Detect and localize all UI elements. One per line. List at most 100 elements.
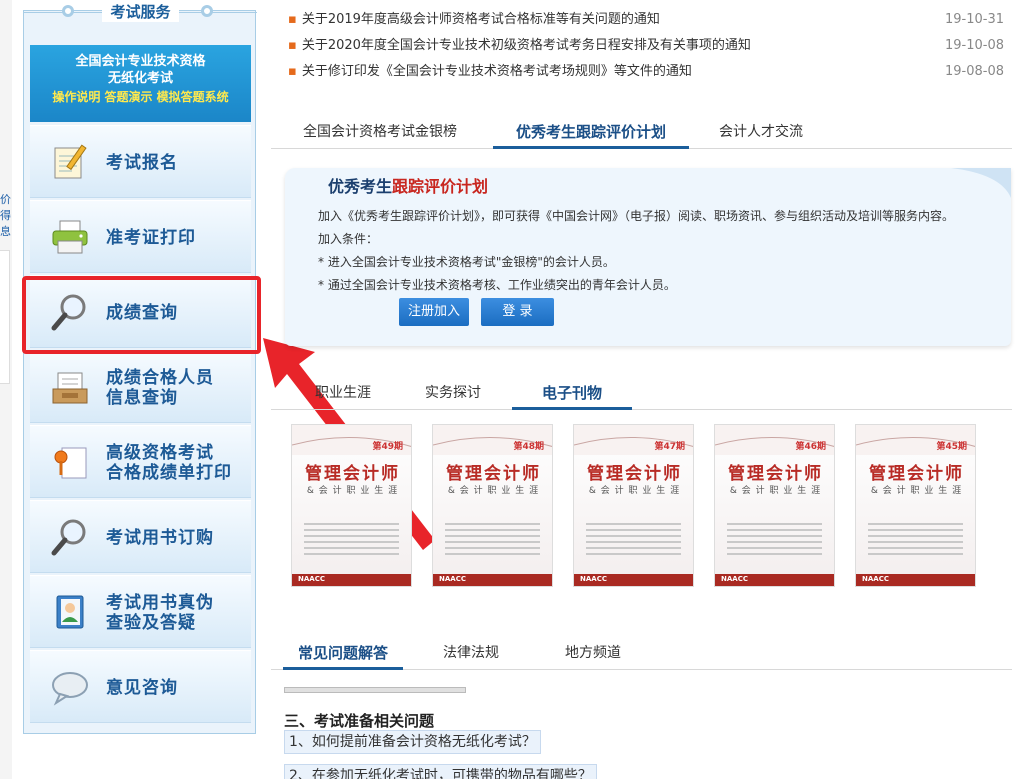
menu-item-feedback[interactable]: 意见咨询 — [30, 650, 251, 723]
tab-local-channels[interactable]: 地方频道 — [543, 636, 643, 670]
banner-line2: 无纸化考试 — [107, 71, 173, 86]
news-item[interactable]: ▪ 关于2019年度高级会计师资格考试合格标准等有关问题的通知 19-10-31 — [288, 8, 1012, 32]
contact-book-icon — [50, 592, 90, 632]
cover-footer-text: NAACC — [439, 575, 466, 583]
left-edge-fragment: 价 得 息 — [0, 0, 12, 779]
cover-footer: NAACC — [292, 574, 411, 586]
magazine-issue: 第45期 — [936, 442, 967, 452]
tab-laws-regulations[interactable]: 法律法规 — [421, 636, 521, 670]
register-button[interactable]: 注册加入 — [399, 298, 469, 326]
menu-label-line: 考试用书真伪 — [106, 592, 214, 613]
magazine-cover[interactable]: 第45期 管理会计师 & 会 计 职 业 生 涯 NAACC — [855, 424, 976, 587]
faq-item[interactable]: 1、如何提前准备会计资格无纸化考试？ — [284, 730, 541, 754]
bullet-icon: ▪ — [288, 64, 297, 79]
menu-item-exam-registration[interactable]: 考试报名 — [30, 125, 251, 198]
menu-item-exam-book-order[interactable]: 考试用书订购 — [30, 500, 251, 573]
cover-text-lines — [727, 523, 822, 559]
magnifier-icon — [50, 517, 90, 557]
news-title[interactable]: 关于2019年度高级会计师资格考试合格标准等有关问题的通知 — [302, 12, 660, 27]
magazine-issue: 第49期 — [372, 442, 403, 452]
menu-item-label: 高级资格考试 合格成绩单打印 — [106, 426, 232, 499]
faq-section-heading: 三、考试准备相关问题 — [284, 712, 435, 730]
paperless-exam-banner[interactable]: 全国会计专业技术资格 无纸化考试 操作说明 答题演示 模拟答题系统 — [30, 45, 251, 122]
tab-career[interactable]: 职业生涯 — [293, 376, 393, 410]
bullet-icon: ▪ — [288, 12, 297, 27]
panel-title: 考试服务 — [24, 2, 257, 22]
magazine-cover[interactable]: 第48期 管理会计师 & 会 计 职 业 生 涯 NAACC — [432, 424, 553, 587]
menu-item-label: 考试用书订购 — [106, 527, 214, 548]
cover-footer: NAACC — [715, 574, 834, 586]
card-corner-swoosh-icon — [951, 168, 1011, 198]
cover-text-lines — [304, 523, 399, 559]
card-title: 优秀考生跟踪评价计划 — [328, 173, 488, 197]
news-item[interactable]: ▪ 关于修订印发《全国会计专业技术资格考试考场规则》等文件的通知 19-08-08 — [288, 60, 1012, 84]
edge-text-line: 价 — [0, 193, 11, 206]
magazine-cover[interactable]: 第47期 管理会计师 & 会 计 职 业 生 涯 NAACC — [573, 424, 694, 587]
tab-accounting-talent-exchange[interactable]: 会计人才交流 — [701, 115, 821, 149]
card-condition-item: * 通过全国会计专业技术资格考核、工作业绩突出的青年会计人员。 — [318, 278, 676, 292]
menu-item-label: 意见咨询 — [106, 677, 178, 698]
card-conditions-heading: 加入条件： — [318, 232, 379, 246]
faq-scroll-fragment — [284, 687, 466, 693]
cover-text-lines — [868, 523, 963, 559]
tab-gold-silver-list[interactable]: 全国会计资格考试金银榜 — [285, 115, 475, 149]
notepad-pencil-icon — [50, 142, 90, 182]
news-date: 19-10-08 — [944, 38, 1004, 53]
news-title[interactable]: 关于2020年度全国会计专业技术初级资格考试考务日程安排及有关事项的通知 — [302, 38, 751, 53]
cover-footer: NAACC — [574, 574, 693, 586]
cover-footer-text: NAACC — [862, 575, 889, 583]
card-condition-item: * 进入全国会计专业技术资格考试"金银榜"的会计人员。 — [318, 255, 615, 269]
magazine-subtitle: & 会 计 职 业 生 涯 — [447, 486, 540, 496]
menu-item-admission-ticket-print[interactable]: 准考证打印 — [30, 200, 251, 273]
printer-icon — [50, 217, 90, 257]
magazine-subtitle: & 会 计 职 业 生 涯 — [729, 486, 822, 496]
cover-footer: NAACC — [856, 574, 975, 586]
tab-excellent-candidate-tracking[interactable]: 优秀考生跟踪评价计划 — [493, 115, 689, 149]
magazine-subtitle: & 会 计 职 业 生 涯 — [870, 486, 963, 496]
tabbar-honor-program: 全国会计资格考试金银榜 优秀考生跟踪评价计划 会计人才交流 — [271, 115, 1012, 149]
menu-item-book-authenticity-check[interactable]: 考试用书真伪 查验及答疑 — [30, 575, 251, 648]
tab-faq[interactable]: 常见问题解答 — [283, 636, 403, 670]
menu-item-label: 成绩合格人员 信息查询 — [106, 351, 214, 424]
menu-item-qualified-info-query[interactable]: 成绩合格人员 信息查询 — [30, 350, 251, 423]
menu-item-label: 成绩查询 — [106, 302, 178, 323]
card-title-part: 优秀考生 — [328, 177, 393, 196]
page: 价 得 息 考试服务 全国会计专业技术资格 无纸化考试 操作说明 答题演示 模拟… — [0, 0, 1023, 779]
cover-footer-text: NAACC — [298, 575, 325, 583]
menu-item-senior-score-sheet-print[interactable]: 高级资格考试 合格成绩单打印 — [30, 425, 251, 498]
panel-title-text: 考试服务 — [102, 2, 179, 22]
speech-bubble-icon — [50, 667, 90, 707]
edge-text-line: 息 — [0, 225, 11, 238]
faq-item[interactable]: 2、在参加无纸化考试时，可携带的物品有哪些？ — [284, 764, 597, 779]
news-title[interactable]: 关于修订印发《全国会计专业技术资格考试考场规则》等文件的通知 — [302, 64, 692, 79]
cover-footer-text: NAACC — [721, 575, 748, 583]
news-date: 19-08-08 — [944, 64, 1004, 79]
news-date: 19-10-31 — [944, 12, 1004, 27]
cover-text-lines — [445, 523, 540, 559]
tab-practice-discussion[interactable]: 实务探讨 — [403, 376, 503, 410]
magazine-title: 管理会计师 — [305, 464, 400, 484]
card-description: 加入《优秀考生跟踪评价计划》，即可获得《中国会计网》（电子报）阅读、职场资讯、参… — [318, 209, 955, 223]
cover-footer: NAACC — [433, 574, 552, 586]
card-title-highlight: 跟踪评价计划 — [392, 177, 489, 196]
magazine-cover[interactable]: 第49期 管理会计师 & 会 计 职 业 生 涯 NAACC — [291, 424, 412, 587]
magazine-cover[interactable]: 第46期 管理会计师 & 会 计 职 业 生 涯 NAACC — [714, 424, 835, 587]
edge-text-line: 得 — [0, 209, 11, 222]
cover-text-lines — [586, 523, 681, 559]
magnifier-icon — [50, 292, 90, 332]
tabbar-faq: 常见问题解答 法律法规 地方频道 — [271, 636, 1012, 670]
magazine-issue: 第47期 — [654, 442, 685, 452]
login-button[interactable]: 登 录 — [481, 298, 554, 326]
title-dot-icon — [62, 5, 74, 17]
menu-item-score-query[interactable]: 成绩查询 — [30, 275, 251, 348]
news-item[interactable]: ▪ 关于2020年度全国会计专业技术初级资格考试考务日程安排及有关事项的通知 19… — [288, 34, 1012, 58]
magazine-title: 管理会计师 — [869, 464, 964, 484]
banner-links[interactable]: 操作说明 答题演示 模拟答题系统 — [30, 88, 251, 106]
magazine-issue: 第46期 — [795, 442, 826, 452]
tab-e-publications[interactable]: 电子刊物 — [512, 376, 632, 410]
magazine-subtitle: & 会 计 职 业 生 涯 — [306, 486, 399, 496]
menu-item-label: 考试报名 — [106, 152, 178, 173]
tracking-plan-card: 优秀考生跟踪评价计划 加入《优秀考生跟踪评价计划》，即可获得《中国会计网》（电子… — [285, 168, 1011, 346]
magazine-title: 管理会计师 — [728, 464, 823, 484]
bullet-icon: ▪ — [288, 38, 297, 53]
